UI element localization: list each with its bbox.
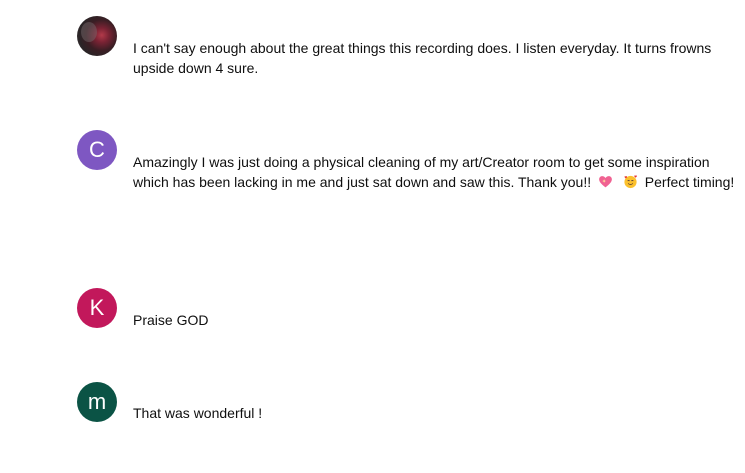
comment-text-after: Perfect timing!	[644, 174, 735, 190]
avatar-photo-detail	[81, 22, 97, 42]
sparkling-heart-icon	[599, 176, 612, 188]
avatar[interactable]: m	[77, 382, 117, 422]
avatar-letter: C	[89, 137, 105, 162]
comment-text: Praise GOD	[133, 312, 209, 328]
avatar[interactable]: K	[77, 288, 117, 328]
comment-text: I can't say enough about the great thing…	[133, 40, 712, 76]
avatar[interactable]	[77, 16, 117, 56]
avatar-letter: m	[87, 389, 107, 414]
avatar[interactable]: C	[77, 130, 117, 170]
comment-text: That was wonderful !	[133, 405, 263, 421]
avatar-letter: K	[89, 295, 105, 320]
smiling-face-with-hearts-icon	[624, 175, 637, 189]
comment-text: Amazingly I was just doing a physical cl…	[133, 152, 741, 192]
